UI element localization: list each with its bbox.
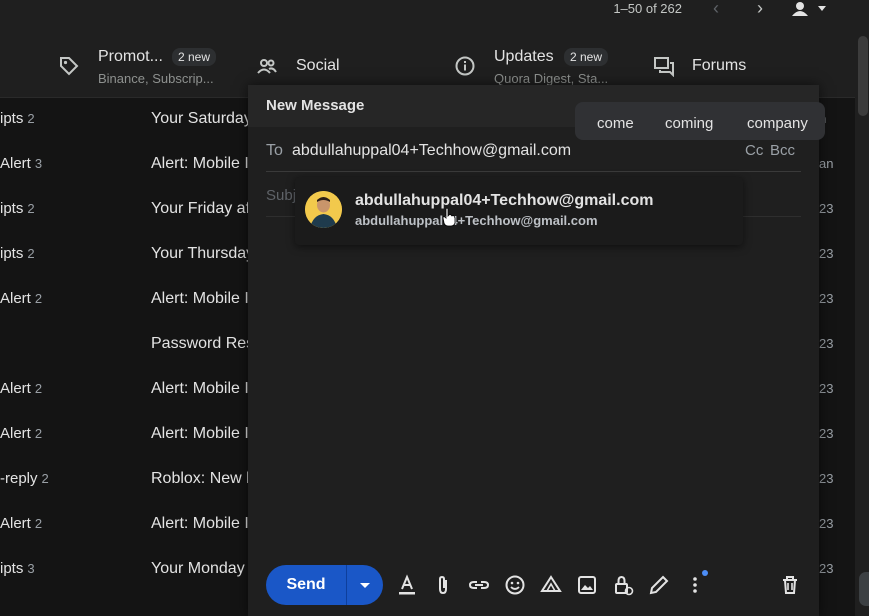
schedule-send-dropdown[interactable] — [347, 565, 383, 605]
row-sender: Alert 2 — [0, 515, 43, 532]
row-subject: Alert: Mobile I — [151, 515, 248, 532]
row-subject: Alert: Mobile I — [151, 380, 248, 397]
to-label: To — [266, 142, 283, 159]
formatting-icon[interactable] — [396, 574, 418, 596]
trash-icon[interactable] — [779, 574, 801, 596]
previous-page-icon[interactable]: ‹ — [706, 0, 726, 19]
compose-window: New Message To abdullahuppal04+Techhow@g… — [248, 85, 819, 616]
drive-icon[interactable] — [540, 574, 562, 596]
row-date: 23 — [819, 561, 834, 576]
row-date: 23 — [819, 246, 834, 261]
tab-forums-title: Forums — [692, 57, 747, 74]
row-date: 23 — [819, 336, 834, 351]
contact-name: abdullahuppal04+Techhow@gmail.com — [355, 192, 654, 209]
row-subject: Your Monday — [151, 560, 245, 577]
cc-button[interactable]: Cc — [745, 142, 763, 159]
tab-updates-badge: 2 new — [564, 48, 609, 66]
word-suggestions: come coming company — [575, 102, 825, 140]
row-subject: Your Friday af — [151, 200, 248, 217]
word-suggestion[interactable]: company — [747, 115, 808, 132]
photo-icon[interactable] — [576, 574, 598, 596]
row-subject: Alert: Mobile I — [151, 290, 248, 307]
row-subject: Password Res — [151, 335, 248, 352]
row-date: 23 — [819, 201, 834, 216]
tag-icon — [58, 55, 80, 77]
people-icon — [256, 55, 278, 77]
word-suggestion[interactable]: coming — [665, 115, 713, 132]
bcc-button[interactable]: Bcc — [770, 142, 795, 159]
row-date: 23 — [819, 516, 834, 531]
tab-promotions-title: Promot... — [98, 48, 163, 65]
row-date: 23 — [819, 471, 834, 486]
signature-icon[interactable] — [648, 574, 670, 596]
info-icon — [454, 55, 476, 77]
forum-icon — [653, 55, 675, 78]
contact-email: abdullahuppal04+Techhow@gmail.com — [355, 213, 598, 228]
row-date: 23 — [819, 291, 834, 306]
scrollbar[interactable] — [857, 36, 869, 616]
compose-title: New Message — [266, 97, 365, 114]
row-sender — [0, 335, 4, 352]
row-sender: ipts 2 — [0, 200, 35, 217]
hand-cursor-icon — [442, 207, 456, 227]
tab-promotions-badge: 2 new — [172, 48, 217, 66]
send-button[interactable]: Send — [266, 565, 346, 605]
row-sender: ipts 3 — [0, 560, 35, 577]
emoji-icon[interactable] — [504, 574, 526, 596]
contact-suggestion[interactable]: abdullahuppal04+Techhow@gmail.com abdull… — [295, 177, 743, 245]
confidential-mode-icon[interactable] — [612, 574, 634, 596]
avatar — [305, 191, 342, 228]
tab-updates-sub: Quora Digest, Sta... — [494, 71, 609, 86]
scrollbar-thumb[interactable] — [858, 36, 868, 116]
row-sender: Alert 2 — [0, 380, 43, 397]
row-sender: Alert 2 — [0, 425, 43, 442]
tab-promotions[interactable]: Promot... 2 new Binance, Subscrip... — [0, 22, 250, 98]
row-subject: Your Saturday — [151, 110, 248, 127]
next-page-icon[interactable]: › — [750, 0, 770, 19]
notification-dot — [702, 570, 708, 576]
link-icon[interactable] — [468, 574, 490, 596]
row-sender: -reply 2 — [0, 470, 49, 487]
tab-promotions-sub: Binance, Subscrip... — [98, 71, 214, 86]
row-date: an — [819, 156, 834, 171]
row-subject: Alert: Mobile I — [151, 425, 248, 442]
input-tools-icon[interactable] — [790, 0, 830, 18]
row-date: 23 — [819, 381, 834, 396]
send-button-group: Send — [266, 565, 383, 605]
row-sender: Alert 3 — [0, 155, 43, 172]
more-options-icon[interactable] — [684, 574, 706, 596]
row-sender: ipts 2 — [0, 245, 35, 262]
row-date: 23 — [819, 426, 834, 441]
row-subject: Roblox: New lo — [151, 470, 248, 487]
tab-social-title: Social — [296, 57, 340, 74]
row-subject: Your Thursday — [151, 245, 248, 262]
to-input[interactable]: abdullahuppal04+Techhow@gmail.com — [292, 142, 571, 160]
pagination-range: 1–50 of 262 — [613, 1, 682, 16]
row-sender: ipts 2 — [0, 110, 35, 127]
word-suggestion[interactable]: come — [597, 115, 634, 132]
row-sender: Alert 2 — [0, 290, 43, 307]
attach-icon[interactable] — [432, 574, 454, 596]
row-subject: Alert: Mobile I — [151, 155, 248, 172]
tab-updates-title: Updates — [494, 48, 554, 65]
top-bar: 1–50 of 262 ‹ › — [0, 0, 869, 22]
side-panel-toggle[interactable] — [859, 572, 869, 606]
